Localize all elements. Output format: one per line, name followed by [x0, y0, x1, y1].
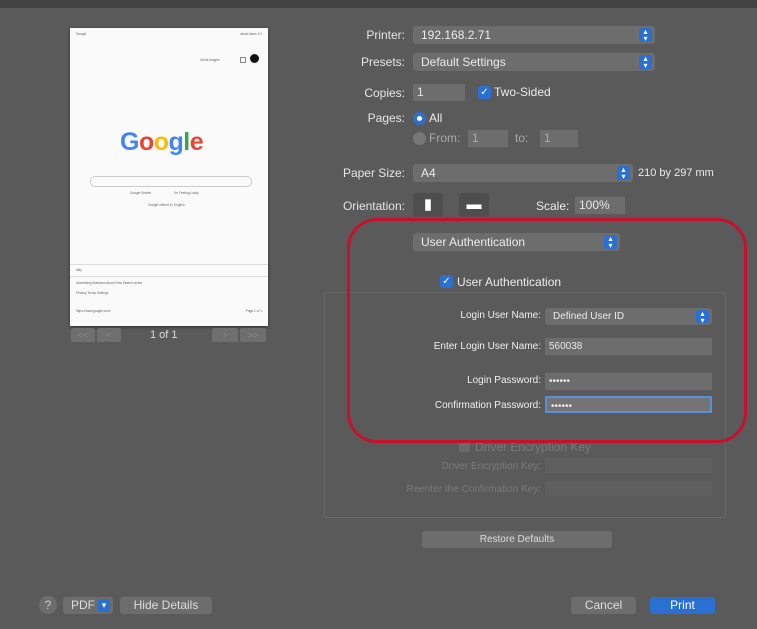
preview-search-box: [90, 176, 252, 187]
driver-encryption-key-field[interactable]: [545, 458, 712, 473]
scale-field[interactable]: 100%: [575, 197, 625, 214]
copies-field[interactable]: 1: [413, 84, 465, 101]
next-page-button[interactable]: >: [212, 328, 238, 342]
scale-label: Scale:: [536, 199, 570, 213]
preview-button-search: Google Search: [130, 191, 152, 195]
print-dialog: Google about:blank 1/1 Gmail Images Goog…: [0, 0, 757, 629]
preview-footer-url: https://www.google.com/: [76, 309, 111, 313]
preview-footer-links-1: Advertising Business About How Search wo…: [76, 281, 143, 285]
two-sided-label: Two-Sided: [494, 85, 551, 99]
chevron-down-icon: ▾: [98, 599, 110, 612]
help-icon[interactable]: ?: [39, 596, 57, 614]
print-button[interactable]: Print: [650, 597, 715, 614]
preview-offered-in: Google offered in: English: [148, 203, 185, 207]
presets-popup[interactable]: Default Settings ▴ ▾: [413, 53, 655, 71]
reenter-confirmation-key-field[interactable]: [545, 481, 712, 496]
printer-label: Printer:: [366, 28, 405, 42]
cancel-button[interactable]: Cancel: [571, 597, 636, 614]
first-page-button[interactable]: <<: [71, 328, 95, 342]
apps-icon: [240, 57, 246, 63]
paper-size-dimensions: 210 by 297 mm: [638, 167, 714, 179]
pages-from-field[interactable]: 1: [468, 130, 508, 147]
page-count: 1 of 1: [150, 329, 178, 341]
pdf-menu-button[interactable]: PDF ▾: [63, 597, 113, 614]
preview-footer-page: Page 1 of 1: [245, 309, 262, 313]
landscape-orientation-icon[interactable]: ▬: [459, 193, 489, 217]
preview-button-lucky: I'm Feeling Lucky: [174, 191, 199, 195]
pages-from-label: From:: [429, 131, 461, 145]
checkmark-icon: ✓: [480, 87, 489, 98]
preview-pane: Google about:blank 1/1 Gmail Images Goog…: [0, 8, 312, 368]
printer-popup[interactable]: 192.168.2.71 ▴ ▾: [413, 26, 655, 44]
chevron-updown-icon: ▴ ▾: [617, 166, 630, 181]
pages-to-field[interactable]: 1: [540, 130, 578, 147]
preview-footer-country: Italy: [76, 268, 82, 272]
restore-defaults-button[interactable]: Restore Defaults: [422, 531, 612, 548]
presets-value: Default Settings: [421, 55, 506, 69]
driver-encryption-key-label: Driver Encryption Key:: [441, 461, 541, 472]
page-preview: Google about:blank 1/1 Gmail Images Goog…: [70, 28, 268, 326]
chevron-updown-icon: ▴ ▾: [639, 55, 652, 70]
pages-all-radio[interactable]: [413, 112, 426, 125]
preview-footer-divider: [70, 264, 268, 265]
avatar: [250, 54, 259, 63]
google-logo: Google: [120, 128, 204, 156]
pages-to-label: to:: [515, 131, 529, 145]
two-sided-checkbox[interactable]: ✓: [478, 86, 491, 99]
pdf-label: PDF: [71, 598, 95, 612]
hide-details-button[interactable]: Hide Details: [120, 597, 212, 614]
portrait-orientation-icon[interactable]: ▮: [413, 193, 443, 217]
presets-label: Presets:: [360, 55, 405, 69]
pages-range-radio[interactable]: [413, 132, 426, 145]
paper-size-label: Paper Size:: [342, 166, 405, 180]
paper-size-value: A4: [421, 166, 436, 180]
preview-header-right: about:blank 1/1: [240, 32, 262, 36]
paper-size-popup[interactable]: A4 ▴ ▾: [413, 164, 633, 182]
annotation-highlight: [347, 218, 747, 443]
preview-footer-divider-2: [70, 276, 268, 277]
preview-header-left: Google: [76, 32, 87, 36]
last-page-button[interactable]: >>: [240, 328, 266, 342]
pages-all-label: All: [429, 111, 443, 125]
orientation-label: Orientation:: [342, 199, 405, 213]
copies-label: Copies:: [364, 86, 405, 100]
chevron-updown-icon: ▴ ▾: [639, 28, 652, 43]
printer-value: 192.168.2.71: [421, 28, 492, 42]
window-top-edge: [0, 0, 757, 8]
preview-top-links: Gmail Images: [200, 58, 220, 62]
reenter-confirmation-key-label: Reenter the Confirmation Key:: [406, 484, 541, 495]
preview-footer-links-2: Privacy Terms Settings: [76, 291, 109, 295]
previous-page-button[interactable]: <: [97, 328, 121, 342]
pages-label: Pages:: [367, 111, 405, 125]
